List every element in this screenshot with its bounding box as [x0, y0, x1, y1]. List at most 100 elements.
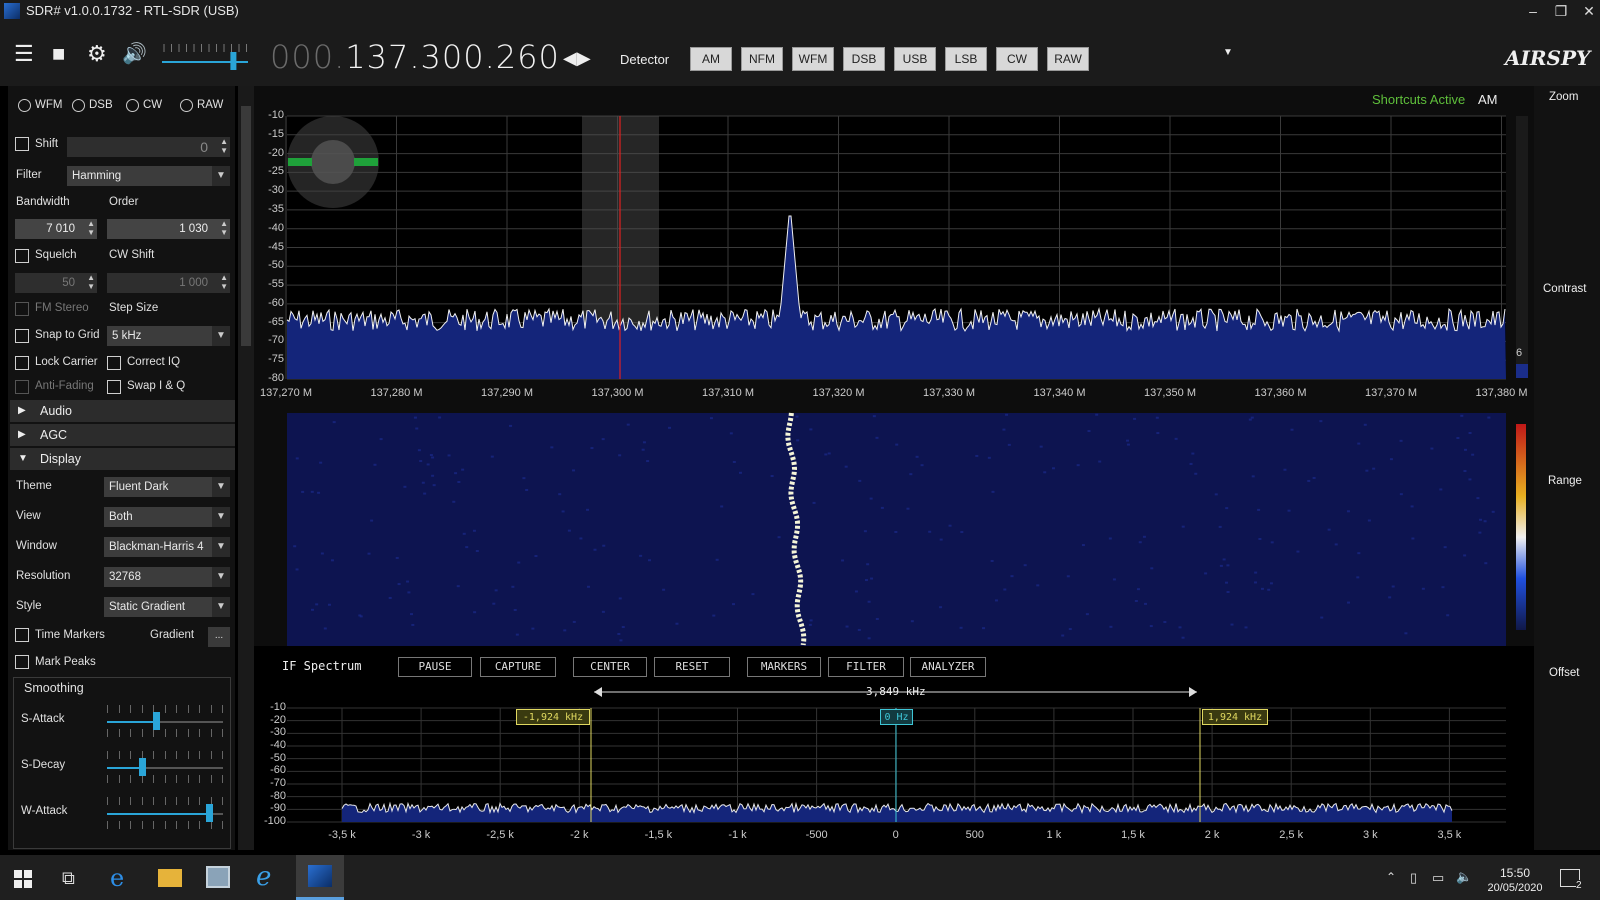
if-capture-button[interactable]: CAPTURE [480, 657, 556, 677]
waterfall-speck [415, 427, 419, 430]
waterfall-speck [618, 454, 622, 457]
waterfall-speck [525, 488, 529, 491]
waterfall-speck [732, 460, 736, 463]
if-x-tick: 0 [892, 829, 899, 841]
waterfall-speck [668, 426, 672, 429]
waterfall-speck [1254, 581, 1257, 584]
if-marker-label[interactable]: -1,924 kHz [516, 709, 590, 725]
waterfall-speck [1142, 535, 1146, 538]
file-explorer-icon[interactable] [158, 869, 182, 887]
waterfall-speck [1290, 428, 1294, 431]
waterfall-speck [367, 552, 371, 555]
waterfall-speck [1471, 453, 1475, 456]
spectrum-canvas[interactable] [0, 0, 1600, 900]
speaker-icon[interactable]: 🔈 [1456, 869, 1472, 885]
waterfall-speck [1389, 458, 1393, 461]
waterfall-speck [1483, 520, 1487, 523]
waterfall-speck [720, 505, 724, 508]
if-y-tick: -40 [270, 739, 286, 751]
waterfall-speck [558, 493, 562, 496]
if-reset-button[interactable]: RESET [654, 657, 730, 677]
waterfall-speck [1163, 621, 1167, 624]
waterfall-speck [738, 471, 742, 474]
waterfall-speck [1463, 554, 1467, 557]
waterfall-speck [462, 532, 466, 535]
edge-icon[interactable]: e [110, 864, 124, 892]
waterfall-speck [1257, 508, 1261, 511]
waterfall-speck [1250, 416, 1254, 419]
waterfall-speck [975, 454, 979, 457]
waterfall-speck [870, 577, 874, 580]
clock-date[interactable]: 20/05/2020 [1476, 882, 1554, 894]
task-view-icon[interactable]: ⧉ [62, 868, 75, 889]
waterfall-speck [426, 463, 430, 466]
spectrum-y-tick: -45 [268, 240, 284, 253]
if-span-label: 3,849 kHz [866, 685, 926, 698]
waterfall-speck [1098, 460, 1102, 463]
if-marker-label[interactable]: 1,924 kHz [1202, 709, 1268, 725]
spectrum-scale-bar[interactable] [1516, 116, 1528, 378]
spectrum-y-tick: -20 [268, 146, 284, 159]
tray-chevron-icon[interactable]: ⌃ [1386, 870, 1396, 884]
waterfall-speck [1439, 488, 1443, 491]
if-x-tick: -1 k [728, 829, 747, 841]
network-icon[interactable]: ▭ [1432, 870, 1444, 886]
if-marker-label[interactable]: 0 Hz [880, 709, 913, 725]
if-pause-button[interactable]: PAUSE [398, 657, 472, 677]
waterfall-speck [1357, 552, 1361, 555]
usb-icon[interactable]: ▯ [1410, 870, 1417, 886]
waterfall-speck [602, 544, 606, 547]
waterfall-speck [550, 446, 554, 449]
waterfall-speck [641, 448, 645, 451]
waterfall-speck [872, 415, 876, 418]
if-x-tick: 1 k [1046, 829, 1062, 841]
notification-count: 2 [1576, 880, 1582, 891]
if-filter-button[interactable]: FILTER [828, 657, 904, 677]
ie-icon[interactable]: e [256, 862, 271, 892]
waterfall-speck [1372, 467, 1376, 470]
tuning-knob-center [311, 140, 355, 184]
waterfall-speck [858, 479, 862, 482]
taskbar [0, 855, 1600, 900]
if-x-tick: -2,5 k [486, 829, 514, 841]
if-x-tick: 1,5 k [1121, 829, 1145, 841]
waterfall-speck [593, 548, 597, 551]
waterfall-speck [513, 608, 517, 611]
if-x-tick: 2,5 k [1279, 829, 1304, 841]
spectrum-y-tick: -75 [268, 353, 284, 366]
waterfall-speck [1270, 541, 1274, 544]
waterfall-speck [812, 501, 816, 504]
waterfall-speck [431, 474, 435, 477]
waterfall-speck [1269, 582, 1273, 585]
clock-time[interactable]: 15:50 [1480, 866, 1550, 880]
if-analyzer-button[interactable]: ANALYZER [910, 657, 986, 677]
control-panel-icon[interactable] [206, 866, 230, 888]
waterfall-speck [1138, 541, 1142, 544]
waterfall-speck [1296, 550, 1300, 553]
waterfall-speck [1491, 510, 1495, 513]
sdrsharp-taskbar-item[interactable] [296, 855, 344, 900]
waterfall-speck [712, 614, 716, 617]
waterfall-speck [920, 464, 924, 467]
waterfall-speck [586, 508, 590, 511]
waterfall-speck [1260, 587, 1264, 590]
waterfall-speck [915, 455, 919, 458]
if-markers-button[interactable]: MARKERS [747, 657, 821, 677]
windows-start-icon[interactable] [14, 870, 32, 888]
waterfall-speck [310, 490, 314, 493]
waterfall-speck [475, 549, 479, 552]
waterfall-speck [617, 632, 621, 635]
if-center-button[interactable]: CENTER [573, 657, 647, 677]
gradient-bar [1516, 424, 1526, 630]
if-x-tick: 500 [965, 829, 984, 841]
waterfall-speck [770, 475, 774, 478]
if-x-tick: -1,5 k [644, 829, 673, 841]
zoom-label: Zoom [1549, 91, 1579, 103]
waterfall-speck [1399, 493, 1403, 496]
waterfall-speck [991, 490, 995, 493]
waterfall-speck [1189, 462, 1193, 465]
waterfall-speck [587, 585, 590, 588]
waterfall-speck [1003, 588, 1007, 591]
waterfall-speck [517, 561, 521, 564]
spectrum-x-tick: 137,340 M [1033, 387, 1086, 399]
